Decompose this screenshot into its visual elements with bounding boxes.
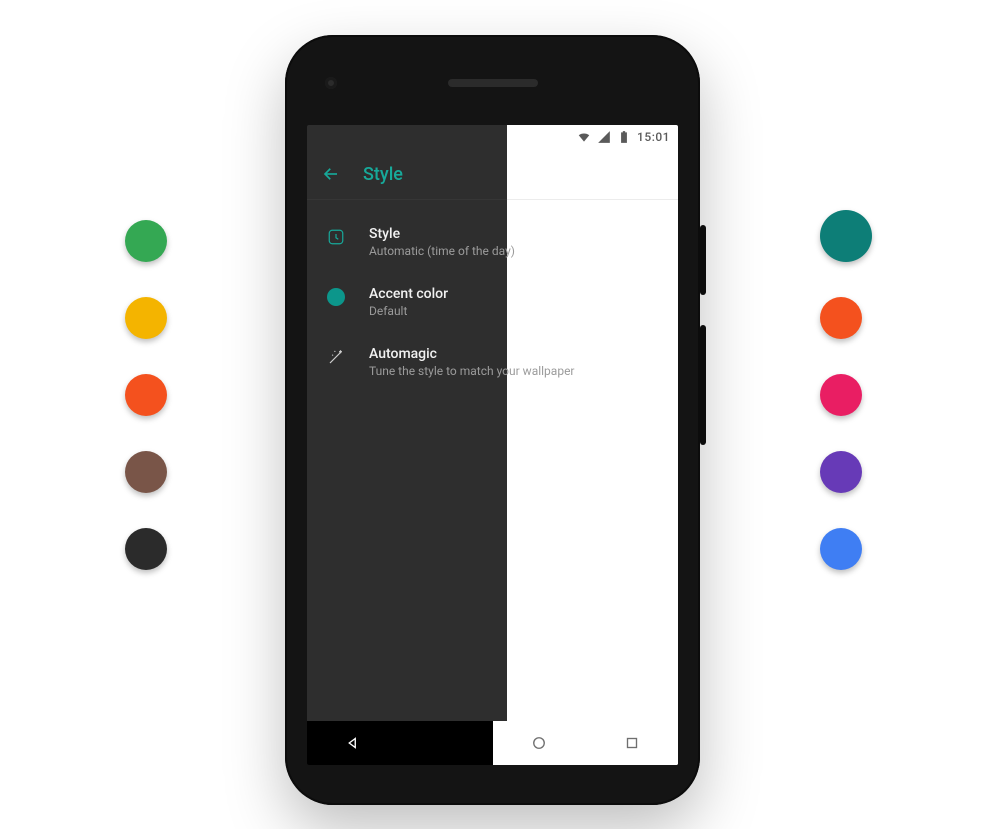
settings-row-automagic[interactable]: Automagic Tune the style to match your w… bbox=[307, 334, 678, 394]
swatch-left-2[interactable] bbox=[125, 374, 167, 416]
swatch-right-2[interactable] bbox=[820, 374, 862, 416]
status-bar: 15:01 bbox=[307, 125, 678, 149]
app-bar: Style bbox=[307, 149, 678, 199]
automagic-label: Automagic bbox=[369, 346, 660, 362]
magic-wand-icon bbox=[325, 346, 347, 366]
accent-label: Accent color bbox=[369, 286, 660, 302]
automagic-sub: Tune the style to match your wallpaper bbox=[369, 364, 660, 378]
side-button-bottom bbox=[700, 325, 706, 445]
cell-signal-icon bbox=[597, 130, 611, 144]
swatch-left-3[interactable] bbox=[125, 451, 167, 493]
swatch-left-1[interactable] bbox=[125, 297, 167, 339]
wifi-icon bbox=[577, 130, 591, 144]
accent-sub: Default bbox=[369, 304, 660, 318]
nav-home-button[interactable] bbox=[493, 734, 586, 752]
phone-frame: 15:01 Style bbox=[285, 35, 700, 805]
settings-list: Style Automatic (time of the day) Accent… bbox=[307, 200, 678, 394]
phone-screen: 15:01 Style bbox=[307, 125, 678, 765]
back-button[interactable] bbox=[321, 164, 341, 184]
settings-row-style[interactable]: Style Automatic (time of the day) bbox=[307, 214, 678, 274]
stage: 15:01 Style bbox=[0, 0, 1000, 829]
swatch-right-0[interactable] bbox=[820, 210, 872, 262]
nav-bar-light bbox=[493, 721, 679, 765]
swatch-left-0[interactable] bbox=[125, 220, 167, 262]
style-label: Style bbox=[369, 226, 660, 242]
side-button-top bbox=[700, 225, 706, 295]
swatch-column-left bbox=[125, 220, 167, 570]
swatch-column-right bbox=[820, 210, 872, 570]
style-sub: Automatic (time of the day) bbox=[369, 244, 660, 258]
swatch-right-3[interactable] bbox=[820, 451, 862, 493]
nav-recents-button[interactable] bbox=[585, 734, 678, 752]
clock-icon bbox=[325, 226, 347, 246]
speaker-slit bbox=[448, 79, 538, 87]
battery-icon bbox=[617, 130, 631, 144]
status-time: 15:01 bbox=[637, 130, 670, 144]
settings-row-accent[interactable]: Accent color Default bbox=[307, 274, 678, 334]
accent-dot-icon bbox=[325, 286, 347, 306]
swatch-right-4[interactable] bbox=[820, 528, 862, 570]
nav-back-button[interactable] bbox=[307, 734, 400, 752]
nav-bar-dark bbox=[307, 721, 493, 765]
nav-bar bbox=[307, 721, 678, 765]
swatch-left-4[interactable] bbox=[125, 528, 167, 570]
page-title: Style bbox=[363, 164, 403, 185]
camera-dot bbox=[325, 77, 337, 89]
swatch-right-1[interactable] bbox=[820, 297, 862, 339]
